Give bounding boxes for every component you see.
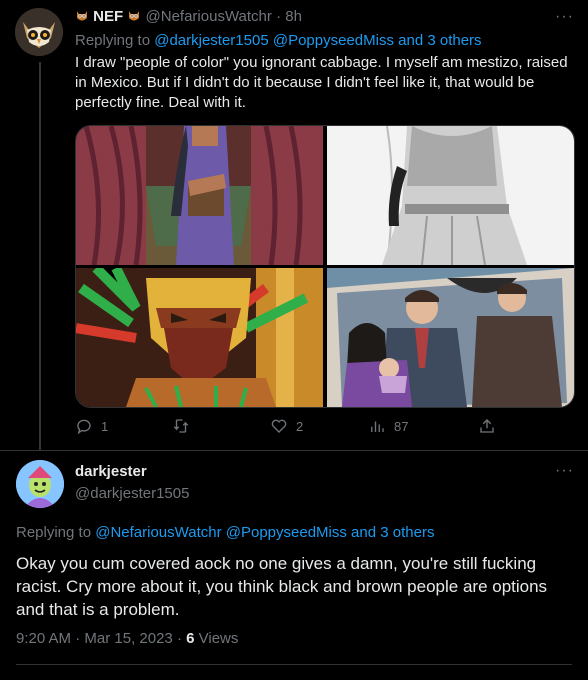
retweet-button[interactable] bbox=[172, 417, 190, 435]
illustration-grayscale-dress bbox=[327, 126, 574, 265]
media-image-1[interactable] bbox=[76, 126, 323, 265]
reply-icon bbox=[77, 419, 91, 435]
share-button[interactable] bbox=[478, 417, 496, 435]
tweet-text: Okay you cum covered aock no one gives a… bbox=[16, 554, 548, 619]
analytics-icon bbox=[371, 421, 384, 432]
view-count: 87 bbox=[394, 418, 409, 434]
like-count: 2 bbox=[296, 418, 304, 434]
media-image-4[interactable] bbox=[327, 268, 574, 407]
user-handle[interactable]: @NefariousWatchr bbox=[146, 8, 272, 25]
like-button[interactable]: 2 bbox=[270, 417, 303, 435]
illustration-family-photo bbox=[327, 268, 574, 407]
replying-to: Replying to @darkjester1505 @PoppyseedMi… bbox=[75, 32, 482, 49]
replying-prefix: Replying to bbox=[16, 524, 92, 541]
display-name[interactable]: NEF bbox=[93, 8, 123, 25]
replying-users-link[interactable]: @NefariousWatchr @PoppyseedMiss bbox=[95, 524, 347, 541]
user-handle[interactable]: @darkjester1505 bbox=[75, 485, 189, 502]
media-image-2[interactable] bbox=[327, 126, 574, 265]
separator-dot: · bbox=[176, 630, 182, 647]
tweet-time[interactable]: 8h bbox=[285, 8, 302, 25]
retweet-icon bbox=[173, 419, 189, 433]
tweet-time[interactable]: 9:20 AM bbox=[16, 630, 71, 647]
separator-dot: · bbox=[276, 8, 282, 25]
views-count: 6 bbox=[186, 630, 195, 647]
avatar[interactable] bbox=[16, 460, 64, 508]
media-grid bbox=[75, 125, 575, 408]
more-options-icon[interactable]: ··· bbox=[555, 462, 574, 480]
views-label: Views bbox=[198, 630, 239, 647]
tweet-action-bar: 1 2 87 bbox=[75, 417, 505, 439]
tweet-header: NEF @NefariousWatchr · 8h bbox=[75, 8, 576, 28]
owl-emoji-icon bbox=[75, 9, 89, 23]
illustration-woman-purple-dress bbox=[76, 126, 323, 265]
tweet-text: I draw "people of color" you ignorant ca… bbox=[75, 54, 568, 111]
views-button[interactable]: 87 bbox=[368, 417, 408, 435]
owl-emoji-icon bbox=[127, 9, 141, 23]
replying-users-link[interactable]: @darkjester1505 @PoppyseedMiss bbox=[154, 32, 394, 49]
replying-to: Replying to @NefariousWatchr @PoppyseedM… bbox=[16, 524, 434, 541]
separator-dot: · bbox=[75, 630, 81, 647]
tweet-meta: 9:20 AM · Mar 15, 2023 · 6 Views bbox=[16, 630, 238, 647]
reply-count: 1 bbox=[101, 418, 109, 434]
tweet-date[interactable]: Mar 15, 2023 bbox=[84, 630, 172, 647]
jester-avatar-icon bbox=[16, 460, 64, 508]
replying-and: and bbox=[398, 32, 424, 49]
avatar[interactable] bbox=[15, 8, 63, 56]
replying-prefix: Replying to bbox=[75, 32, 151, 49]
thread-connector-line bbox=[39, 62, 41, 450]
more-options-icon[interactable]: ··· bbox=[555, 8, 574, 26]
replying-others-link[interactable]: 3 others bbox=[427, 32, 481, 49]
replying-others-link[interactable]: 3 others bbox=[380, 524, 434, 541]
heart-icon bbox=[271, 419, 287, 433]
display-name[interactable]: darkjester bbox=[75, 463, 147, 480]
media-image-3[interactable] bbox=[76, 268, 323, 407]
share-icon bbox=[480, 419, 494, 433]
illustration-feathered-mask bbox=[76, 268, 323, 407]
reply-button[interactable]: 1 bbox=[75, 417, 108, 435]
divider bbox=[0, 450, 588, 451]
divider bbox=[16, 664, 572, 665]
owl-avatar-icon bbox=[15, 8, 63, 56]
replying-and: and bbox=[351, 524, 377, 541]
